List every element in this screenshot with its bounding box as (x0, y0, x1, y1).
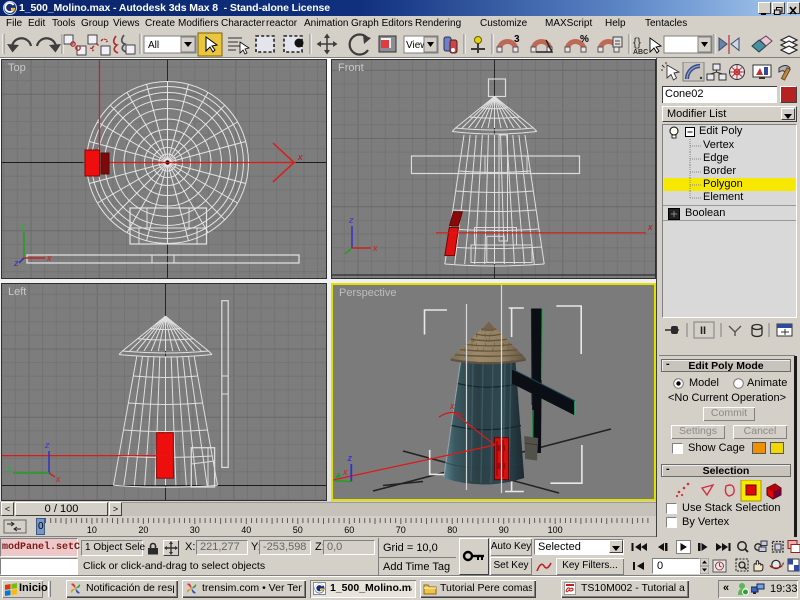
svg-text:y: y (20, 221, 26, 231)
svg-text:x: x (647, 222, 653, 232)
svg-text:20: 20 (138, 525, 148, 535)
svg-text:60: 60 (344, 525, 354, 535)
svg-text:z: z (13, 258, 19, 268)
svg-text:40: 40 (241, 525, 251, 535)
svg-text:30: 30 (190, 525, 200, 535)
svg-text:z: z (348, 215, 354, 225)
svg-text:z: z (347, 453, 353, 463)
svg-text:x: x (297, 152, 303, 162)
svg-text:All: All (148, 40, 159, 51)
svg-text:90: 90 (499, 525, 509, 535)
svg-text:x: x (55, 474, 61, 484)
svg-text:50: 50 (293, 525, 303, 535)
svg-text:x: x (372, 243, 378, 253)
svg-text:80: 80 (447, 525, 457, 535)
svg-text:70: 70 (396, 525, 406, 535)
svg-text:ABC: ABC (633, 49, 648, 56)
svg-text:3: 3 (514, 34, 520, 45)
svg-text:10: 10 (87, 525, 97, 535)
svg-text:II: II (700, 325, 706, 337)
svg-text:x: x (342, 467, 348, 477)
svg-text:y: y (6, 463, 12, 473)
svg-text:100: 100 (548, 525, 563, 535)
svg-text:x: x (449, 401, 455, 411)
svg-text:z: z (44, 440, 50, 450)
svg-text:{}: {} (633, 35, 641, 49)
svg-text:%: % (580, 34, 589, 45)
svg-text:x: x (46, 253, 52, 263)
